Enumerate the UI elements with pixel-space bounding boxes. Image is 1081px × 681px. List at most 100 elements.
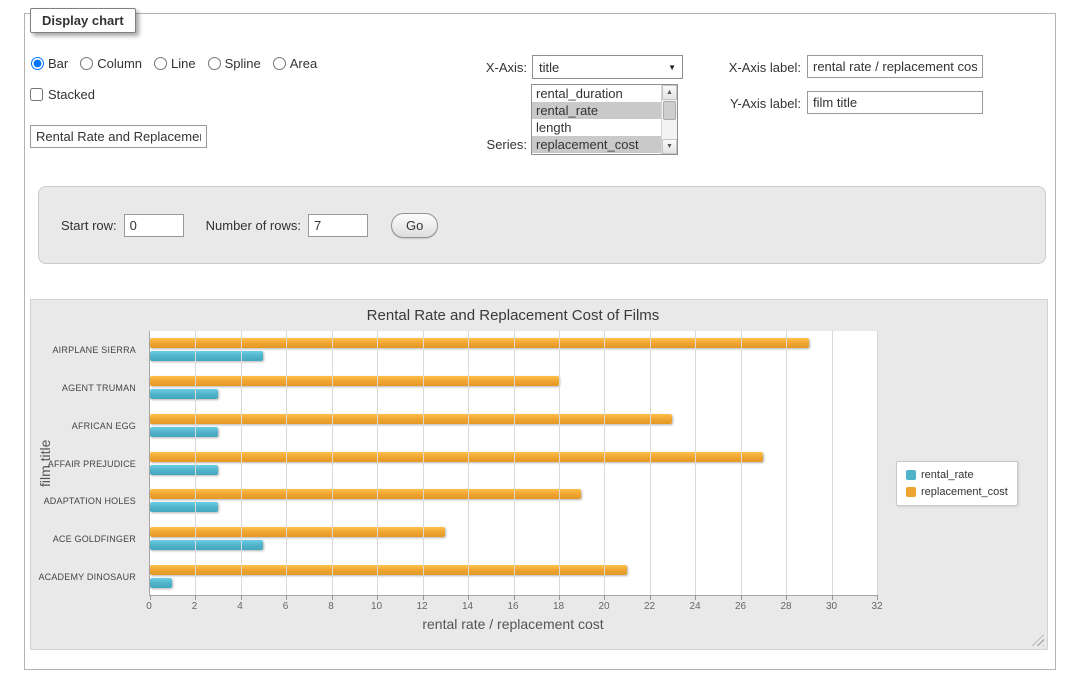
chart-title: Rental Rate and Replacement Cost of Film… [149,307,877,324]
gridline [241,331,242,595]
series-option-rental_duration[interactable]: rental_duration [532,85,661,102]
tick-mark [650,595,651,600]
bar-replacement_cost [150,414,672,424]
stacked-checkbox[interactable] [30,88,43,101]
series-listbox[interactable]: rental_durationrental_ratelengthreplacem… [531,84,678,155]
gridline [786,331,787,595]
chart-type-option-area[interactable]: Area [273,56,317,71]
chart-type-option-bar[interactable]: Bar [31,56,68,71]
tick-mark [832,595,833,600]
y-axis-label-input[interactable] [807,91,983,114]
x-tick-label: 28 [780,601,791,612]
x-axis-select-label: X-Axis: [430,60,527,75]
category-label: AFRICAN EGG [31,407,143,445]
series-option-replacement_cost[interactable]: replacement_cost [532,136,661,153]
chart-legend: rental_rate replacement_cost [896,461,1018,506]
bar-replacement_cost [150,527,445,537]
bar-rental_rate [150,427,218,437]
x-tick-label: 26 [735,601,746,612]
gridline [286,331,287,595]
bar-replacement_cost [150,452,763,462]
chart-type-option-line[interactable]: Line [154,56,196,71]
legend-swatch-icon [906,487,916,497]
chart-type-options: Bar Column Line Spline Area [31,54,317,72]
series-label: Series: [430,137,527,152]
legend-item-replacement_cost[interactable]: replacement_cost [906,486,1008,498]
tick-mark [286,595,287,600]
chart-type-radio-area[interactable] [273,57,286,70]
x-axis-select[interactable]: title ▼ [532,55,683,79]
number-of-rows-input[interactable] [308,214,368,237]
go-button[interactable]: Go [391,213,438,238]
x-tick-label: 14 [462,601,473,612]
chart-type-label-spline: Spline [225,56,261,71]
gridline [468,331,469,595]
start-row-input[interactable] [124,214,184,237]
x-axis-selected-value: title [539,60,559,75]
tick-mark [559,595,560,600]
stacked-option[interactable]: Stacked [30,87,95,102]
tick-mark [241,595,242,600]
chart-type-option-column[interactable]: Column [80,56,142,71]
tick-mark [332,595,333,600]
x-tick-label: 18 [553,601,564,612]
x-tick-label: 8 [328,601,334,612]
gridline [423,331,424,595]
x-tick-label: 10 [371,601,382,612]
page: Display chart Bar Column Line Spline Area St… [0,0,1081,681]
legend-item-rental_rate[interactable]: rental_rate [906,469,1008,481]
x-axis-label-input[interactable] [807,55,983,78]
legend-swatch-icon [906,470,916,480]
scrollbar-thumb[interactable] [663,101,676,120]
x-tick-label: 16 [507,601,518,612]
chart-title-input[interactable] [30,125,207,148]
listbox-scrollbar[interactable]: ▲ ▼ [661,85,677,154]
scroll-up-icon[interactable]: ▲ [662,85,677,100]
tick-mark [423,595,424,600]
chart-type-radio-bar[interactable] [31,57,44,70]
tick-mark [604,595,605,600]
gridline [695,331,696,595]
chart-plot-area [149,331,877,596]
x-tick-label: 2 [192,601,198,612]
category-label: ACADEMY DINOSAUR [31,558,143,596]
tick-mark [195,595,196,600]
bar-rental_rate [150,389,218,399]
chart-container: Rental Rate and Replacement Cost of Film… [30,299,1048,650]
bar-rental_rate [150,502,218,512]
chart-type-radio-line[interactable] [154,57,167,70]
row-range-panel: Start row: Number of rows: Go [38,186,1046,264]
resize-handle-icon[interactable] [1032,634,1044,646]
chart-type-label-line: Line [171,56,196,71]
x-tick-label: 30 [826,601,837,612]
category-label: AFFAIR PREJUDICE [31,445,143,483]
chart-type-label-bar: Bar [48,56,68,71]
gridline [377,331,378,595]
chart-type-label-area: Area [290,56,317,71]
gridline [741,331,742,595]
scroll-down-icon[interactable]: ▼ [662,139,677,154]
tick-mark [514,595,515,600]
panel-legend: Display chart [30,8,136,33]
chart-type-option-spline[interactable]: Spline [208,56,261,71]
x-tick-label: 0 [146,601,152,612]
number-of-rows-label: Number of rows: [206,218,301,233]
start-row-label: Start row: [61,218,117,233]
category-label: ACE GOLDFINGER [31,520,143,558]
gridline [559,331,560,595]
tick-mark [877,595,878,600]
chart-category-labels: AIRPLANE SIERRAAGENT TRUMANAFRICAN EGGAF… [31,331,143,596]
category-label: AGENT TRUMAN [31,369,143,407]
bar-replacement_cost [150,376,559,386]
x-tick-label: 6 [283,601,289,612]
chart-type-radio-column[interactable] [80,57,93,70]
category-label: AIRPLANE SIERRA [31,331,143,369]
legend-label: rental_rate [921,469,974,481]
gridline [332,331,333,595]
x-tick-label: 20 [598,601,609,612]
x-axis-label-label: X-Axis label: [700,60,801,75]
chart-type-radio-spline[interactable] [208,57,221,70]
series-option-rental_rate[interactable]: rental_rate [532,102,661,119]
tick-mark [150,595,151,600]
series-option-length[interactable]: length [532,119,661,136]
